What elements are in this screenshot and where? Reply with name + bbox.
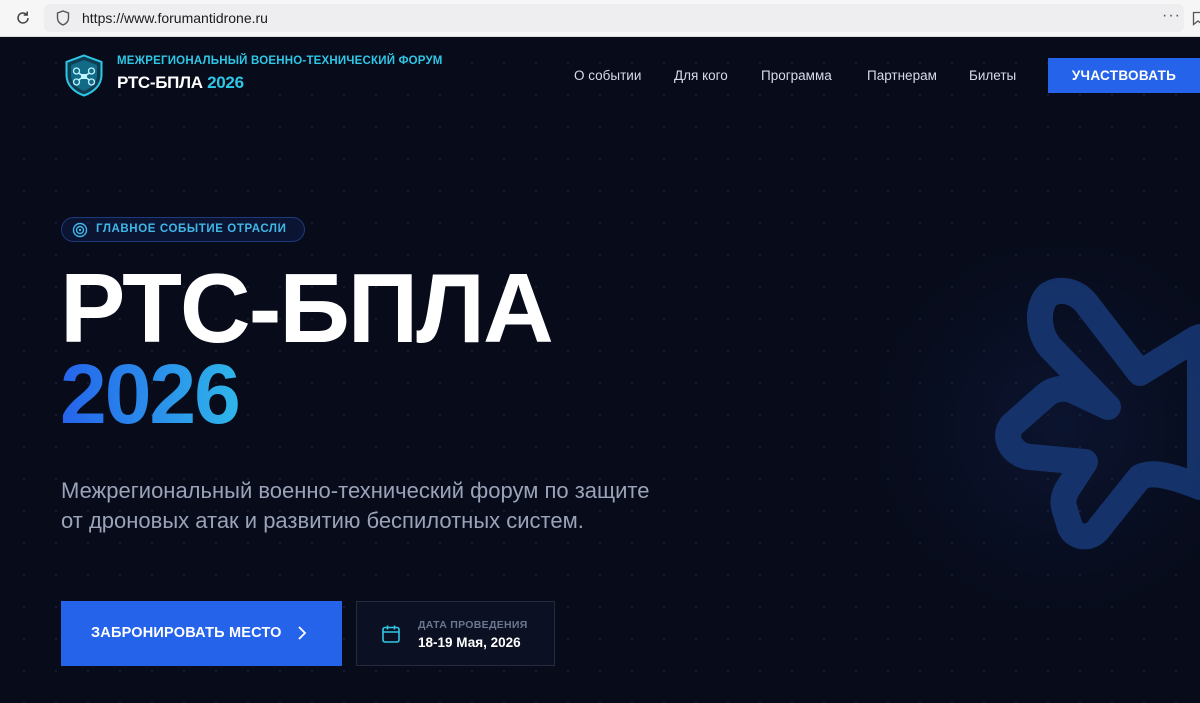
bookmark-icon[interactable] xyxy=(1192,11,1200,26)
nav-program[interactable]: Программа xyxy=(761,68,832,83)
shield-icon[interactable] xyxy=(56,10,70,26)
nav-about[interactable]: О событии xyxy=(574,68,641,83)
book-seat-button[interactable]: ЗАБРОНИРОВАТЬ МЕСТО xyxy=(61,601,342,666)
address-bar[interactable]: https://www.forumantidrone.ru ··· xyxy=(44,4,1200,32)
status-badge: ГЛАВНОЕ СОБЫТИЕ ОТРАСЛИ xyxy=(61,217,305,242)
drone-shield-logo[interactable] xyxy=(64,54,104,97)
event-date-card: ДАТА ПРОВЕДЕНИЯ 18-19 Мая, 2026 xyxy=(356,601,555,666)
url-text[interactable]: https://www.forumantidrone.ru xyxy=(82,10,268,26)
date-value: 18-19 Мая, 2026 xyxy=(418,635,521,650)
brand-title-year: 2026 xyxy=(207,73,244,92)
nav-audience[interactable]: Для кого xyxy=(674,68,728,83)
target-icon xyxy=(72,222,88,238)
chevron-right-icon xyxy=(298,626,307,640)
reload-icon[interactable] xyxy=(14,9,32,27)
brand-title[interactable]: РТС-БПЛА 2026 xyxy=(117,73,244,93)
date-label: ДАТА ПРОВЕДЕНИЯ xyxy=(418,619,528,631)
page-title: РТС-БПЛА xyxy=(60,253,554,363)
brand-subtitle: МЕЖРЕГИОНАЛЬНЫЙ ВОЕННО-ТЕХНИЧЕСКИЙ ФОРУМ xyxy=(117,55,443,67)
participate-button[interactable]: УЧАСТВОВАТЬ xyxy=(1048,58,1200,93)
drone-silhouette xyxy=(995,277,1200,550)
book-seat-label: ЗАБРОНИРОВАТЬ МЕСТО xyxy=(91,625,282,641)
hero-section: МЕЖРЕГИОНАЛЬНЫЙ ВОЕННО-ТЕХНИЧЕСКИЙ ФОРУМ… xyxy=(0,37,1200,703)
nav-partners[interactable]: Партнерам xyxy=(867,68,937,83)
nav-tickets[interactable]: Билеты xyxy=(969,68,1016,83)
browser-toolbar: https://www.forumantidrone.ru ··· xyxy=(0,0,1200,37)
brand-title-text: РТС-БПЛА xyxy=(117,73,203,92)
calendar-icon xyxy=(382,625,400,643)
page-title-year: 2026 xyxy=(60,347,241,441)
badge-label: ГЛАВНОЕ СОБЫТИЕ ОТРАСЛИ xyxy=(96,223,287,235)
hero-description: Межрегиональный военно-технический форум… xyxy=(61,478,650,533)
page-actions-menu[interactable]: ··· xyxy=(1162,7,1181,25)
